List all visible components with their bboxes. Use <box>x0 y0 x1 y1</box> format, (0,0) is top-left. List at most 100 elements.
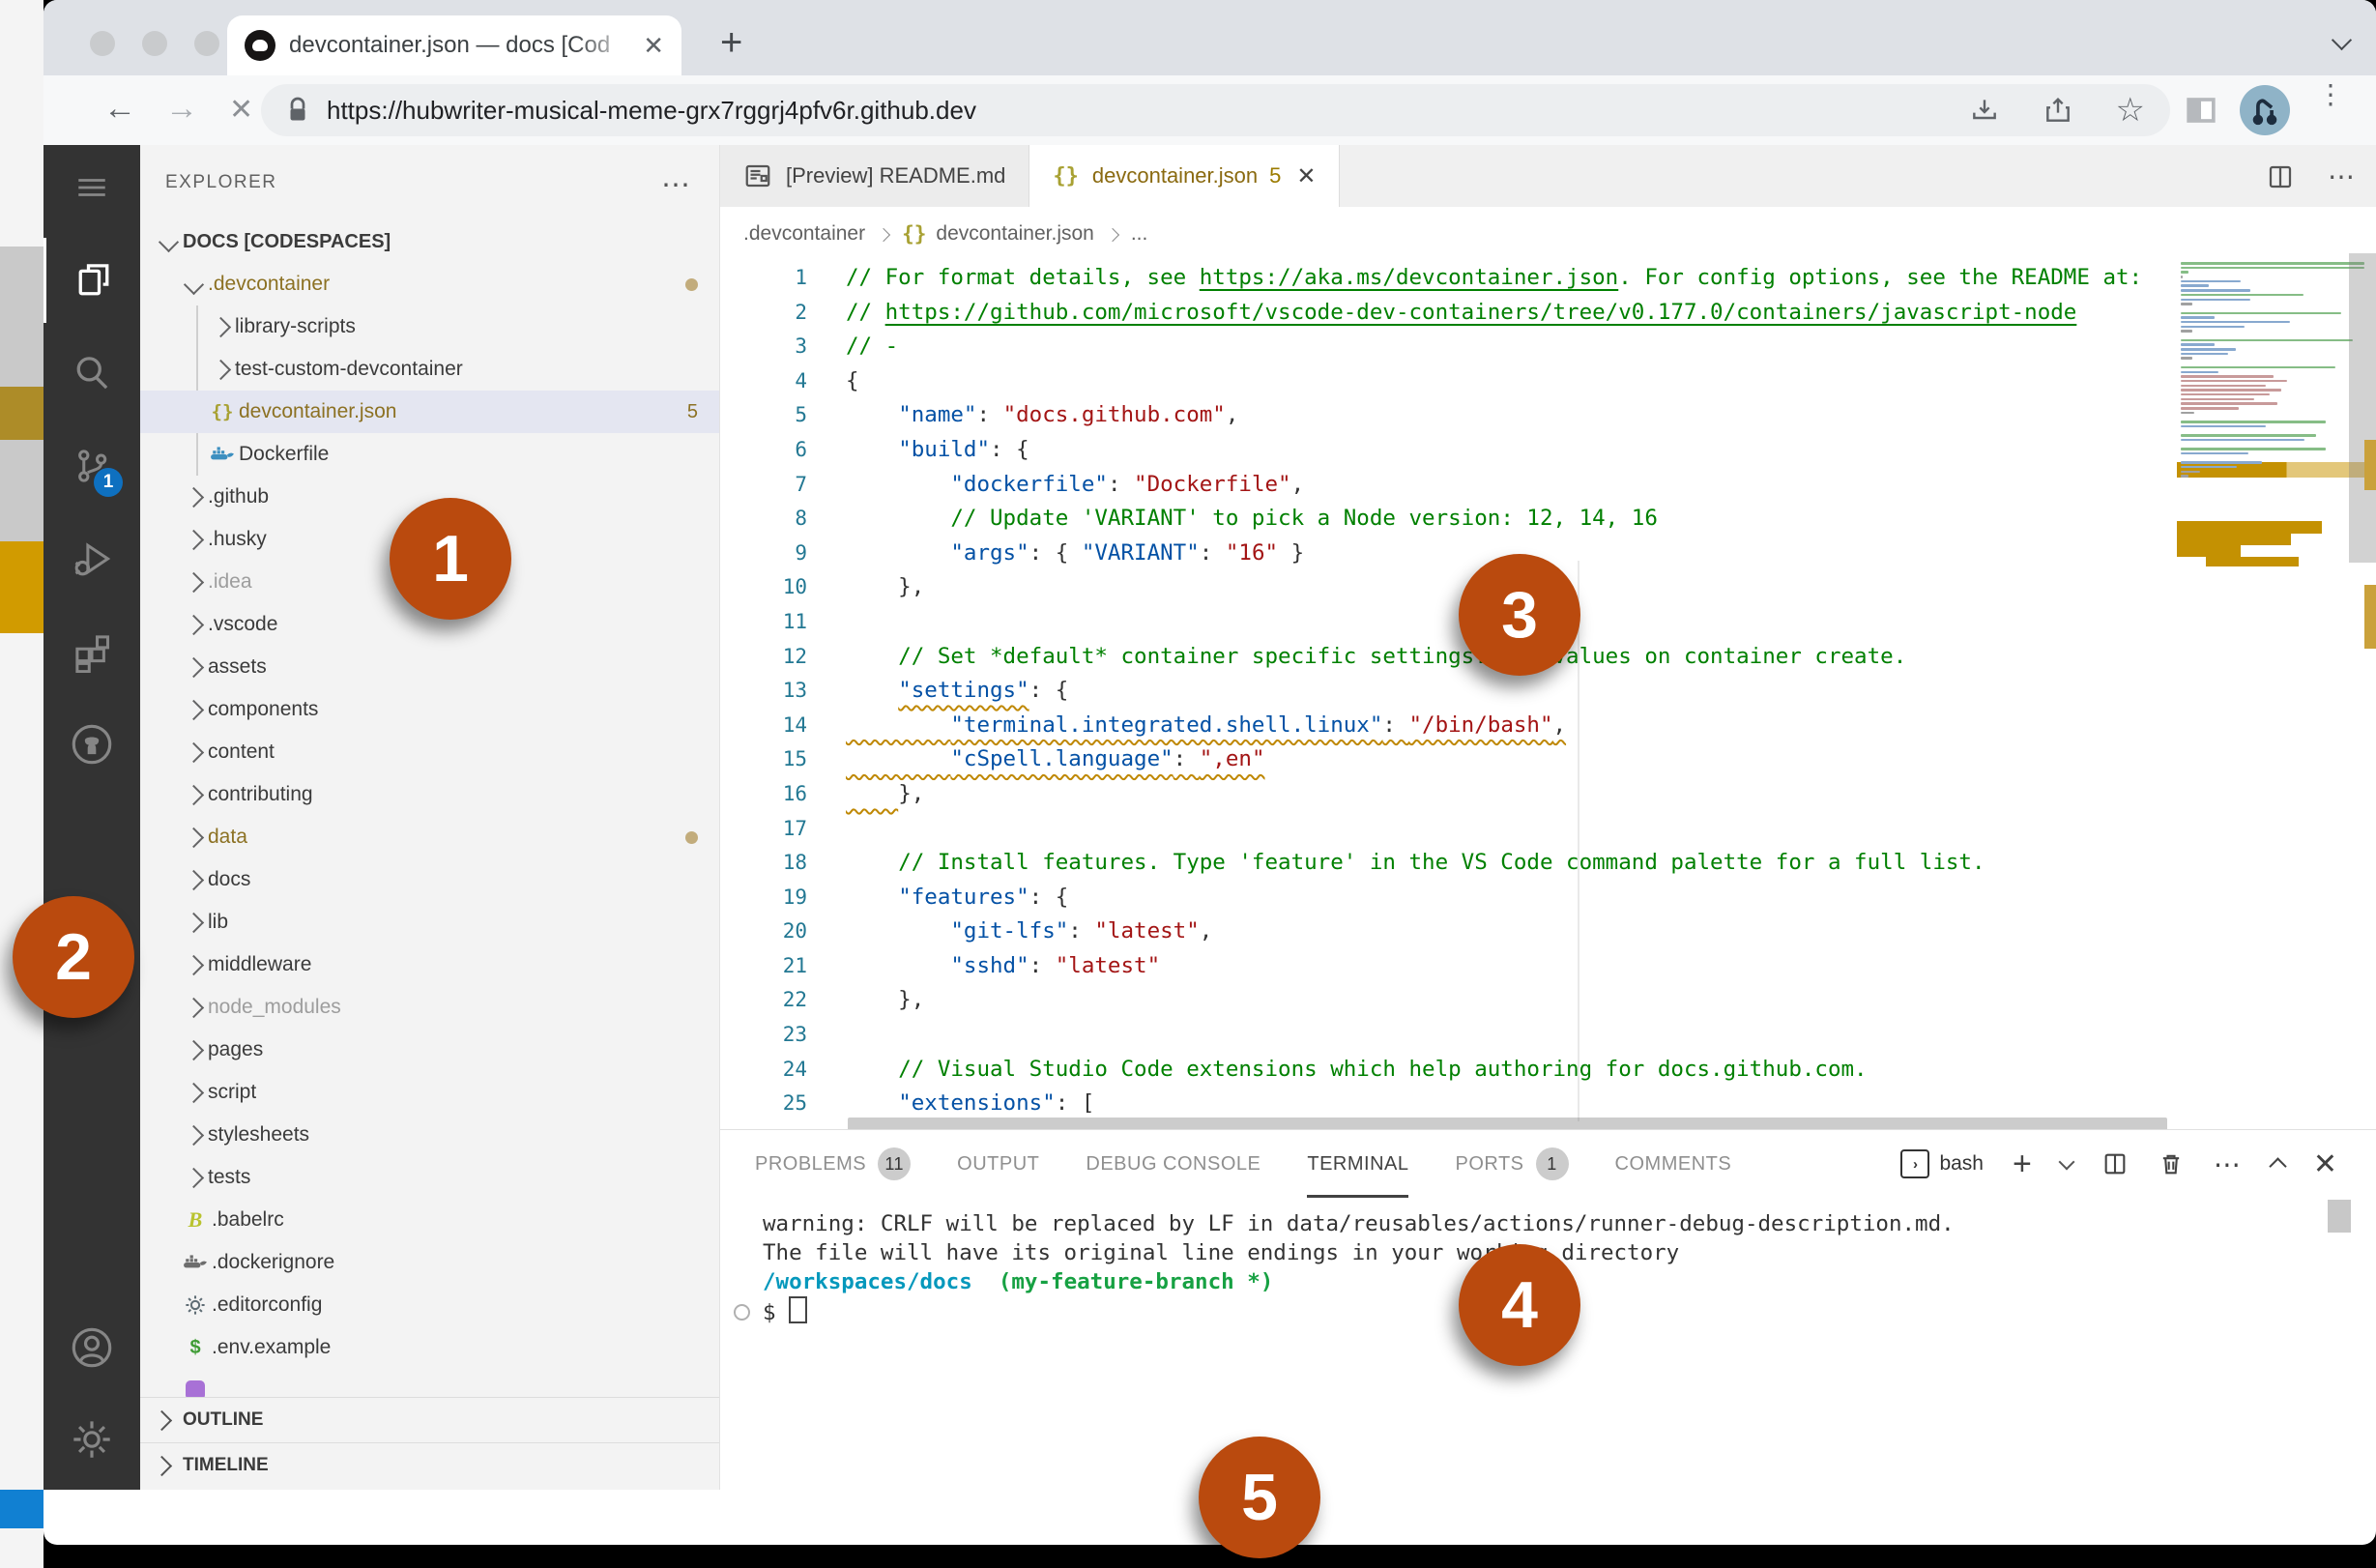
close-window-button[interactable] <box>90 31 115 56</box>
url-text[interactable]: https://hubwriter-musical-meme-grx7rggrj… <box>327 96 1969 126</box>
tree-item-stylesheets[interactable]: stylesheets <box>140 1114 719 1156</box>
tree-item-data[interactable]: data <box>140 816 719 858</box>
terminal-dropdown-chevron-icon[interactable] <box>2058 1153 2075 1173</box>
breadcrumb[interactable]: .devcontainer {} devcontainer.json ... <box>720 207 2376 261</box>
share-icon[interactable] <box>2043 95 2073 126</box>
split-editor-icon[interactable] <box>2266 162 2295 191</box>
code-line[interactable]: 12 // Set *default* container specific s… <box>720 640 2177 675</box>
tree-item-docs[interactable]: docs <box>140 858 719 901</box>
zoom-window-button[interactable] <box>194 31 219 56</box>
split-terminal-icon[interactable] <box>2101 1150 2129 1177</box>
tree-item-clipped[interactable] <box>140 1369 719 1397</box>
code-line[interactable]: 20 "git-lfs": "latest", <box>720 915 2177 949</box>
code-line[interactable]: 4{ <box>720 364 2177 399</box>
download-icon[interactable] <box>1969 95 2000 126</box>
tree-item--dockerignore[interactable]: .dockerignore <box>140 1241 719 1284</box>
code-line[interactable]: 16 }, <box>720 777 2177 812</box>
tree-item-dockerfile[interactable]: Dockerfile <box>140 433 719 476</box>
bookmark-star-icon[interactable]: ☆ <box>2116 91 2145 130</box>
explorer-more-actions-icon[interactable]: ⋯ <box>661 168 692 202</box>
sidebar-item-extensions[interactable] <box>43 609 140 694</box>
breadcrumb-folder[interactable]: .devcontainer <box>743 222 865 246</box>
address-bar[interactable]: https://hubwriter-musical-meme-grx7rggrj… <box>261 84 2170 136</box>
tree-item-devcontainer-json[interactable]: {} devcontainer.json 5 <box>140 391 719 433</box>
menu-hamburger-icon[interactable] <box>43 145 140 230</box>
code-line[interactable]: 19 "features": { <box>720 881 2177 915</box>
back-button[interactable]: ← <box>103 90 136 128</box>
panel-tab-debug-console[interactable]: DEBUG CONSOLE <box>1086 1130 1260 1198</box>
code-line[interactable]: 8 // Update 'VARIANT' to pick a Node ver… <box>720 502 2177 537</box>
code-line[interactable]: 21 "sshd": "latest" <box>720 949 2177 984</box>
code-line[interactable]: 6 "build": { <box>720 433 2177 468</box>
tab-devcontainer-json[interactable]: {} devcontainer.json 5 ✕ <box>1029 145 1341 207</box>
sidebar-toggle-icon[interactable] <box>2180 89 2222 131</box>
tree-item-pages[interactable]: pages <box>140 1029 719 1071</box>
tab-close-icon[interactable]: ✕ <box>643 31 664 61</box>
new-tab-button[interactable]: + <box>720 21 742 65</box>
panel-tab-ports[interactable]: PORTS 1 <box>1455 1130 1569 1198</box>
tree-item-script[interactable]: script <box>140 1071 719 1114</box>
minimap[interactable] <box>2177 261 2376 1121</box>
code-line[interactable]: 23 <box>720 1018 2177 1053</box>
panel-tab-problems[interactable]: PROBLEMS 11 <box>755 1130 912 1198</box>
code-editor[interactable]: 1// For format details, see https://aka.… <box>720 261 2177 1121</box>
code-line[interactable]: 18 // Install features. Type 'feature' i… <box>720 846 2177 881</box>
code-line[interactable]: 7 "dockerfile": "Dockerfile", <box>720 468 2177 503</box>
sidebar-item-source-control[interactable]: 1 <box>43 423 140 508</box>
tab-readme-preview[interactable]: [Preview] README.md <box>720 145 1030 207</box>
maximize-panel-chevron-icon[interactable] <box>2269 1155 2287 1176</box>
editor-more-actions-icon[interactable]: ⋯ <box>2328 160 2357 192</box>
new-terminal-button[interactable]: + <box>2013 1146 2032 1183</box>
vertical-scrollbar[interactable] <box>2349 253 2376 563</box>
tree-item-tests[interactable]: tests <box>140 1156 719 1199</box>
code-line[interactable]: 3// - <box>720 330 2177 364</box>
tree-item-library-scripts[interactable]: library-scripts <box>140 305 719 348</box>
code-line[interactable]: 1// For format details, see https://aka.… <box>720 261 2177 296</box>
tree-item--devcontainer[interactable]: .devcontainer <box>140 263 719 305</box>
code-line[interactable]: 24 // Visual Studio Code extensions whic… <box>720 1053 2177 1088</box>
code-line[interactable]: 13 "settings": { <box>720 674 2177 709</box>
minimize-window-button[interactable] <box>142 31 167 56</box>
sidebar-item-search[interactable] <box>43 331 140 416</box>
code-line[interactable]: 22 }, <box>720 983 2177 1018</box>
stop-reload-button[interactable]: ✕ <box>229 93 253 127</box>
profile-avatar[interactable] <box>2240 85 2290 135</box>
code-line[interactable]: 17 <box>720 812 2177 847</box>
tree-item-contributing[interactable]: contributing <box>140 773 719 816</box>
tab-close-icon[interactable]: ✕ <box>1296 162 1316 190</box>
tab-search-chevron-icon[interactable] <box>2331 29 2353 52</box>
tree-item--editorconfig[interactable]: .editorconfig <box>140 1284 719 1326</box>
browser-tab[interactable]: devcontainer.json — docs [Cod ✕ <box>227 15 681 75</box>
panel-more-actions-icon[interactable]: ⋯ <box>2214 1148 2243 1180</box>
close-panel-icon[interactable]: ✕ <box>2313 1147 2337 1181</box>
panel-tab-output[interactable]: OUTPUT <box>957 1130 1039 1198</box>
kill-terminal-trash-icon[interactable] <box>2158 1150 2185 1177</box>
settings-gear-icon[interactable] <box>43 1397 140 1482</box>
terminal-scrollbar[interactable] <box>2328 1200 2351 1233</box>
breadcrumb-symbol[interactable]: ... <box>1131 222 1148 246</box>
code-line[interactable]: 14 "terminal.integrated.shell.linux": "/… <box>720 709 2177 743</box>
tree-item-test-custom-devcontainer[interactable]: test-custom-devcontainer <box>140 348 719 391</box>
code-line[interactable]: 11 <box>720 605 2177 640</box>
tree-item-node-modules[interactable]: node_modules <box>140 986 719 1029</box>
tree-item--babelrc[interactable]: B .babelrc <box>140 1199 719 1241</box>
panel-tab-comments[interactable]: COMMENTS <box>1615 1130 1732 1198</box>
code-line[interactable]: 25 "extensions": [ <box>720 1087 2177 1121</box>
code-line[interactable]: 15 "cSpell.language": ",en" <box>720 742 2177 777</box>
tree-item-assets[interactable]: assets <box>140 646 719 688</box>
sidebar-item-github[interactable] <box>43 702 140 787</box>
forward-button[interactable]: → <box>165 90 198 128</box>
tree-item--env-example[interactable]: $ .env.example <box>140 1326 719 1369</box>
tree-item-middleware[interactable]: middleware <box>140 944 719 986</box>
terminal-output[interactable]: warning: CRLF will be replaced by LF in … <box>734 1209 1955 1327</box>
code-line[interactable]: 9 "args": { "VARIANT": "16" } <box>720 537 2177 571</box>
tree-item-lib[interactable]: lib <box>140 901 719 944</box>
tree-item-components[interactable]: components <box>140 688 719 731</box>
code-line[interactable]: 5 "name": "docs.github.com", <box>720 398 2177 433</box>
sidebar-item-run-debug[interactable] <box>43 516 140 601</box>
timeline-section[interactable]: TIMELINE <box>140 1442 719 1488</box>
terminal-profile[interactable]: › bash <box>1900 1149 1984 1178</box>
tree-item-content[interactable]: content <box>140 731 719 773</box>
breadcrumb-file[interactable]: devcontainer.json <box>936 222 1093 246</box>
accounts-icon[interactable] <box>43 1305 140 1390</box>
